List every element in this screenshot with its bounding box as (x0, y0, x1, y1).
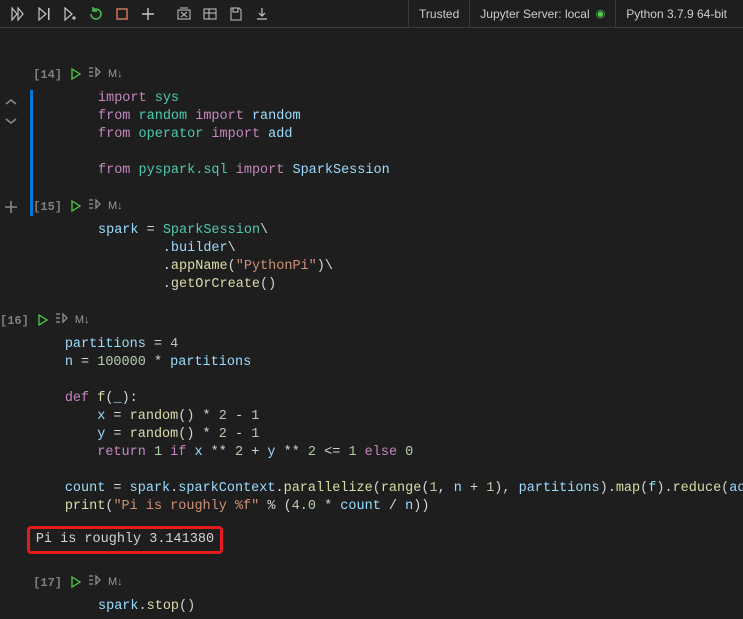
notebook-toolbar: Trusted Jupyter Server: local ◉ Python 3… (0, 0, 743, 28)
code-cell: [15] M↓ spark = SparkSession\ .builder\ … (0, 196, 743, 304)
code-editor[interactable]: partitions = 4 n = 100000 * partitions d… (37, 334, 743, 526)
add-cell-button[interactable] (136, 2, 160, 26)
collapse-down-icon[interactable] (4, 115, 18, 130)
code-editor[interactable]: import sys from random import random fro… (70, 88, 733, 190)
restart-kernel-button[interactable] (84, 2, 108, 26)
export-button[interactable] (250, 2, 274, 26)
code-editor[interactable]: spark.stop() (70, 596, 733, 619)
run-below-button[interactable] (58, 2, 82, 26)
insert-cell-button[interactable] (4, 200, 18, 218)
run-by-line-button[interactable] (55, 312, 69, 328)
code-cell: [16] M↓ partitions = 4 n = 100000 * part… (0, 310, 743, 554)
collapse-up-icon[interactable] (4, 96, 18, 111)
server-label: Jupyter Server: local (480, 7, 589, 21)
cell-fold-controls (4, 96, 18, 130)
variables-button[interactable] (198, 2, 222, 26)
run-by-line-button[interactable] (88, 574, 102, 590)
run-cell-button[interactable] (70, 576, 82, 588)
markdown-toggle[interactable]: M↓ (75, 314, 90, 326)
output-highlight: Pi is roughly 3.141380 (27, 526, 223, 554)
code-cell: [17] M↓ spark.stop() (0, 572, 743, 619)
clear-output-button[interactable] (172, 2, 196, 26)
run-cell-button[interactable] (37, 314, 49, 326)
run-all-button[interactable] (6, 2, 30, 26)
toolbar-right-group: Trusted Jupyter Server: local ◉ Python 3… (408, 0, 737, 28)
cell-prompt: [16] (0, 310, 37, 554)
code-editor[interactable]: spark = SparkSession\ .builder\ .appName… (70, 220, 733, 304)
cell-toolbar: M↓ (70, 572, 733, 592)
run-by-line-button[interactable] (88, 66, 102, 82)
interrupt-kernel-button[interactable] (110, 2, 134, 26)
run-by-line-button[interactable] (88, 198, 102, 214)
active-cell-indicator (30, 90, 33, 216)
cell-output: Pi is roughly 3.141380 (36, 532, 214, 547)
markdown-toggle[interactable]: M↓ (108, 200, 123, 212)
run-above-button[interactable] (32, 2, 56, 26)
kernel-indicator[interactable]: Python 3.7.9 64-bit (615, 0, 737, 28)
markdown-toggle[interactable]: M↓ (108, 576, 123, 588)
server-status-icon: ◉ (596, 7, 606, 20)
markdown-toggle[interactable]: M↓ (108, 68, 123, 80)
cell-toolbar: M↓ (37, 310, 743, 330)
run-cell-button[interactable] (70, 68, 82, 80)
notebook-body: [14] M↓ import sys from random import ra… (0, 28, 743, 619)
toolbar-left-group (6, 2, 274, 26)
code-cell: [14] M↓ import sys from random import ra… (0, 64, 743, 190)
jupyter-server-indicator[interactable]: Jupyter Server: local ◉ (469, 0, 615, 28)
run-cell-button[interactable] (70, 200, 82, 212)
cell-toolbar: M↓ (70, 64, 733, 84)
save-button[interactable] (224, 2, 248, 26)
cell-prompt: [17] (0, 572, 70, 619)
cell-toolbar: M↓ (70, 196, 733, 216)
trusted-indicator[interactable]: Trusted (408, 0, 469, 28)
